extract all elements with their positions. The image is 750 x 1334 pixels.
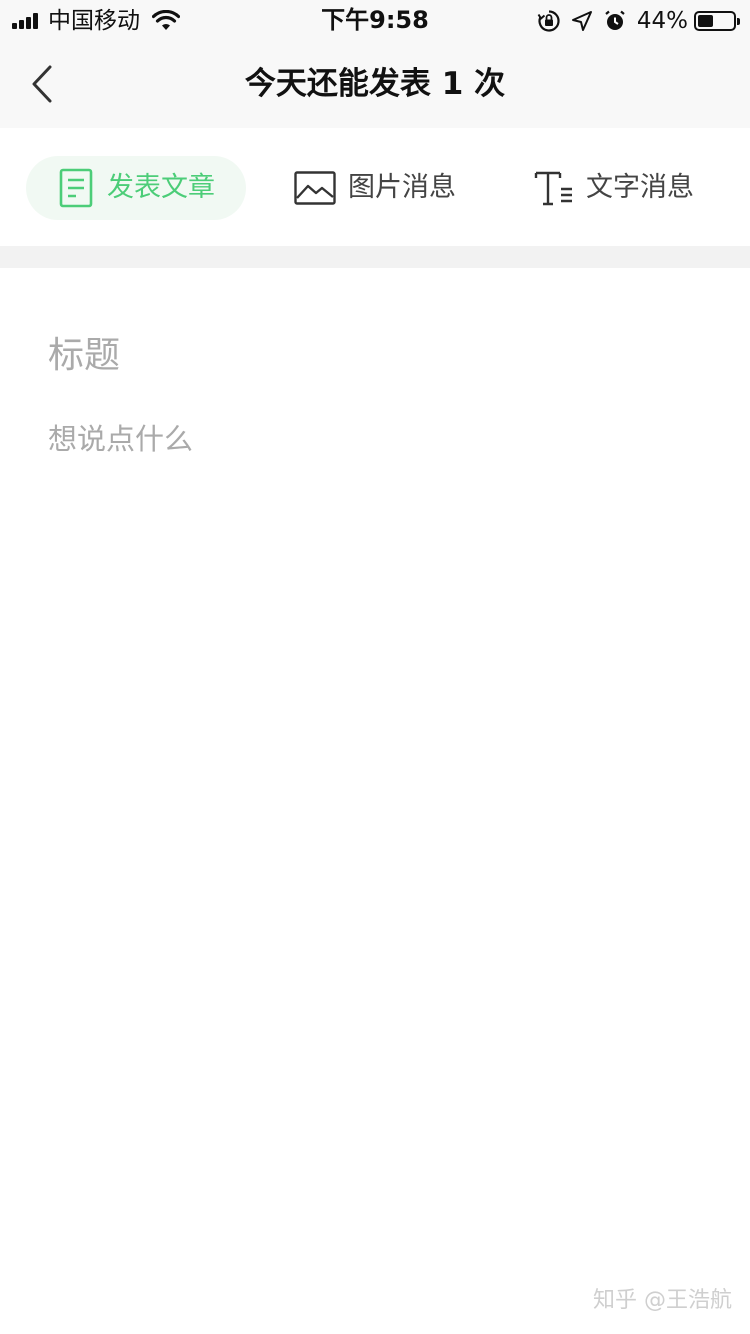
- title-input[interactable]: [48, 328, 698, 384]
- image-icon: [294, 171, 336, 205]
- tab-image-label: 图片消息: [348, 172, 456, 203]
- section-divider: [0, 246, 750, 268]
- tab-text-label: 文字消息: [586, 172, 694, 203]
- tab-article[interactable]: 发表文章: [26, 156, 246, 220]
- nav-bar: 今天还能发表 1 次: [0, 40, 750, 128]
- battery-icon: [694, 11, 740, 31]
- compose-type-tabs: 发表文章 图片消息 文字消息: [0, 128, 750, 246]
- tab-article-label: 发表文章: [107, 172, 215, 203]
- alarm-icon: [603, 9, 627, 33]
- status-right: 44%: [537, 6, 740, 36]
- tab-image-message[interactable]: 图片消息: [294, 156, 484, 220]
- battery-level: [698, 15, 713, 27]
- battery-percent: 44%: [636, 8, 688, 34]
- location-icon: [571, 10, 593, 32]
- watermark: 知乎 @王浩航: [593, 1288, 732, 1313]
- page-title: 今天还能发表 1 次: [244, 66, 506, 102]
- orientation-lock-icon: [537, 9, 561, 33]
- document-icon: [59, 168, 93, 208]
- tab-text-message[interactable]: 文字消息: [534, 156, 724, 220]
- body-input[interactable]: [48, 418, 698, 1118]
- text-icon: [534, 171, 572, 206]
- screen: 中国移动 下午9:58 44% 今天还能发表 1 次 发表文章 图片消息 文字消…: [0, 0, 750, 1334]
- status-bar: 中国移动 下午9:58 44%: [0, 0, 750, 40]
